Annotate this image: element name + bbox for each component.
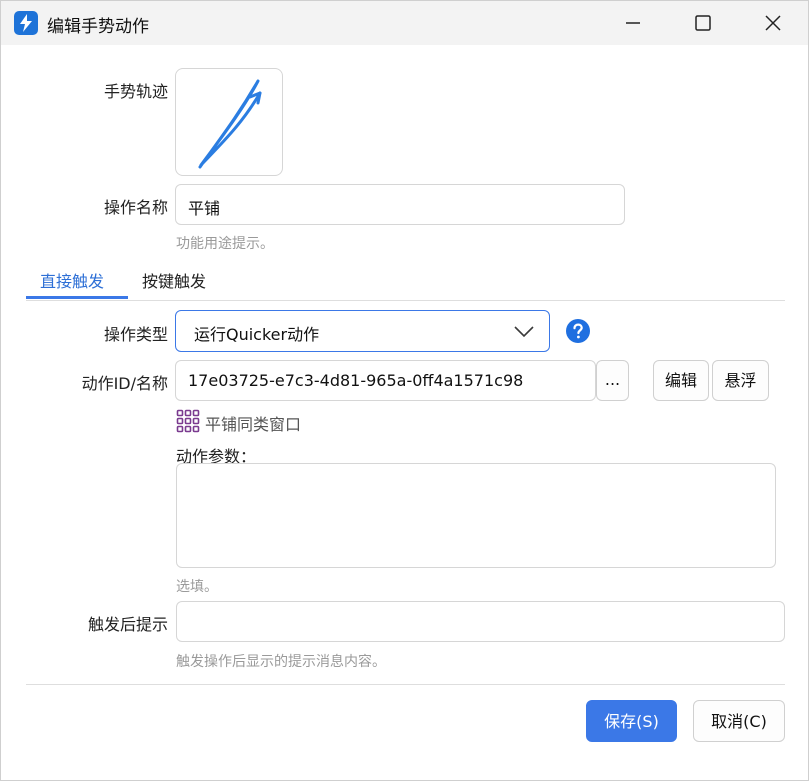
gesture-stroke [198, 79, 262, 169]
action-id-input[interactable]: 17e03725-e7c3-4d81-965a-0ff4a1571c98 [175, 360, 596, 401]
action-type-value: 运行Quicker动作 [194, 325, 320, 344]
name-input[interactable]: 平铺 [175, 184, 625, 225]
footer-divider [26, 684, 785, 685]
title-bar[interactable]: 编辑手势动作 [1, 1, 808, 45]
gesture-label: 手势轨迹 [103, 82, 168, 101]
cancel-button[interactable]: 取消(C) [693, 700, 785, 742]
tab-direct-trigger[interactable]: 直接触发 [40, 268, 104, 292]
resolved-action-name: 平铺同类窗口 [205, 415, 302, 434]
action-id-value: 17e03725-e7c3-4d81-965a-0ff4a1571c98 [188, 371, 524, 390]
edit-button[interactable]: 编辑 [653, 360, 709, 401]
name-label: 操作名称 [103, 198, 168, 217]
edit-gesture-dialog: 编辑手势动作 手势轨迹 操作名称 平铺 功能用途提示。 直接触发 按键触发 操作… [0, 0, 809, 781]
save-button[interactable]: 保存(S) [586, 700, 677, 742]
params-hint: 选填。 [176, 579, 218, 595]
quicker-bolt-icon [14, 11, 38, 35]
tab-key-trigger[interactable]: 按键触发 [142, 268, 206, 292]
grid-icon [176, 409, 200, 433]
after-hint-label: 触发后提示 [87, 615, 168, 634]
browse-button[interactable]: ... [596, 360, 629, 401]
close-button[interactable] [738, 1, 808, 45]
after-hint-hint: 触发操作后显示的提示消息内容。 [176, 654, 386, 670]
action-type-label: 操作类型 [103, 325, 168, 344]
action-id-label: 动作ID/名称 [81, 374, 168, 393]
params-textarea[interactable] [176, 463, 776, 568]
after-hint-input[interactable] [176, 601, 785, 642]
maximize-icon [695, 15, 711, 31]
float-button[interactable]: 悬浮 [712, 360, 769, 401]
name-input-value: 平铺 [188, 199, 221, 218]
gesture-preview[interactable] [175, 68, 283, 176]
minimize-icon [626, 22, 640, 24]
minimize-button[interactable] [598, 1, 668, 45]
maximize-button[interactable] [668, 1, 738, 45]
chevron-down-icon [514, 326, 534, 338]
name-hint: 功能用途提示。 [176, 236, 274, 252]
window-title: 编辑手势动作 [47, 17, 149, 37]
tab-divider [26, 300, 785, 301]
action-type-select[interactable]: 运行Quicker动作 [175, 310, 550, 352]
close-icon [765, 15, 781, 31]
question-icon[interactable] [566, 319, 590, 343]
active-tab-indicator [26, 296, 128, 299]
